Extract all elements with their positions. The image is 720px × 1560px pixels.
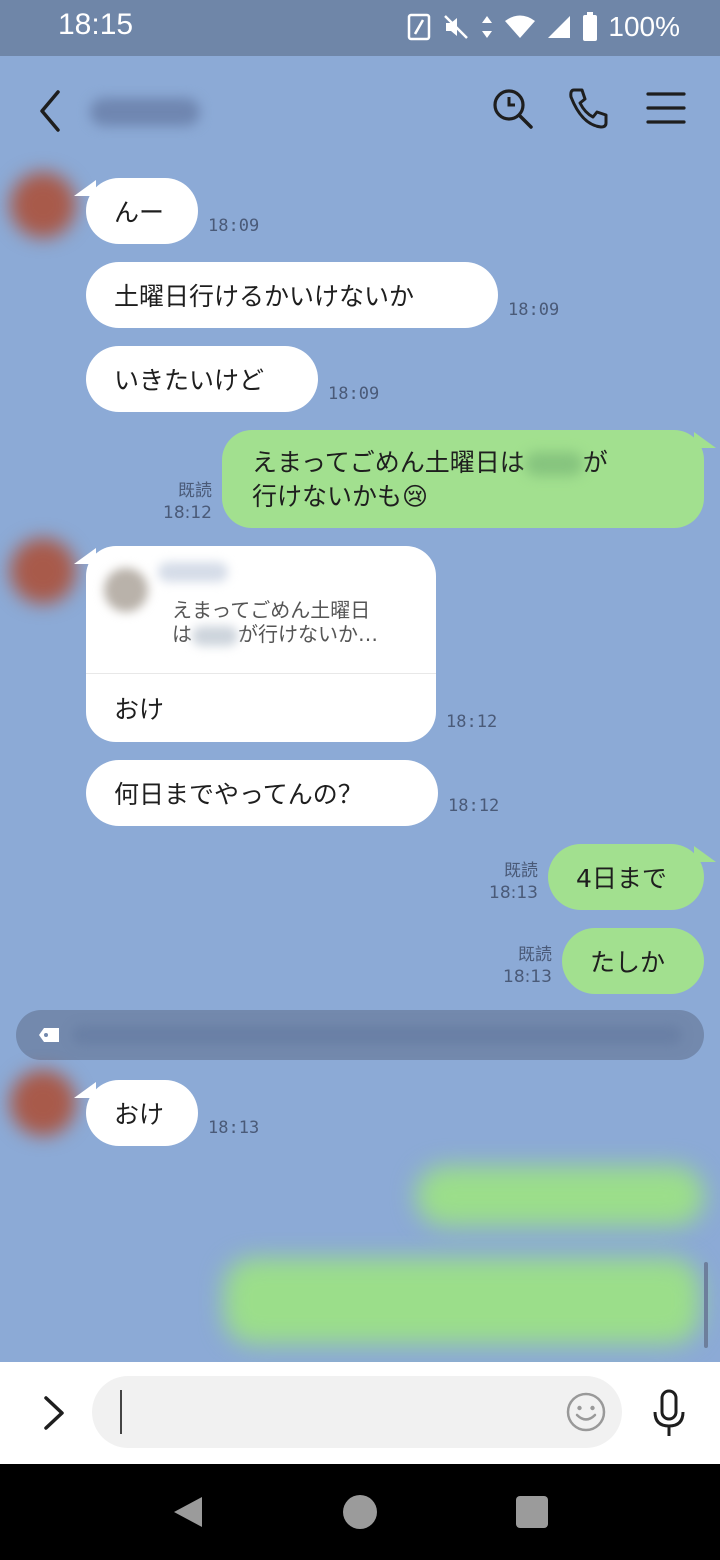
avatar[interactable] (10, 172, 76, 238)
phone-icon[interactable] (566, 86, 610, 130)
text-cursor (120, 1390, 122, 1434)
avatar[interactable] (10, 1070, 76, 1136)
scrollbar[interactable] (704, 1262, 708, 1348)
menu-icon[interactable] (644, 86, 688, 130)
read-receipt: 既読 18:13 (503, 945, 552, 987)
message-text: 4日まで (576, 864, 667, 893)
expand-icon[interactable] (36, 1390, 72, 1436)
tag-icon (39, 1028, 59, 1042)
reply-bubble[interactable]: えまってごめん土曜日 はが行けないか… おけ (74, 546, 436, 742)
data-arrows-icon (482, 16, 493, 38)
chat-header (0, 56, 720, 166)
status-time: 18:15 (58, 8, 134, 41)
battery-icon (583, 12, 598, 41)
message-bubble[interactable]: いきたいけど (86, 346, 318, 412)
battery-percent: 100% (608, 11, 680, 42)
message-input[interactable] (92, 1376, 622, 1448)
nfc-icon (408, 13, 431, 41)
nav-back-icon[interactable] (168, 1494, 208, 1530)
message-bubble[interactable]: たしか (562, 928, 704, 994)
quote-avatar (104, 568, 148, 612)
nav-recents-icon[interactable] (516, 1496, 548, 1528)
message-bubble[interactable]: 土曜日行けるかいけないか (86, 262, 498, 328)
search-icon[interactable] (490, 86, 534, 130)
blurred-message[interactable] (416, 1166, 704, 1226)
message-time: 18:09 (208, 216, 260, 236)
message-text: 土曜日行けるかいけないか (114, 282, 415, 311)
message-time: 18:13 (208, 1118, 260, 1138)
blurred-message[interactable] (224, 1258, 700, 1344)
message-time: 18:12 (446, 712, 498, 732)
message-bubble[interactable]: んー (74, 178, 198, 244)
message-text: んー (114, 198, 165, 227)
read-receipt: 既読 18:13 (489, 861, 538, 903)
chat-title-blurred (90, 98, 200, 126)
status-bar: 18:15 100% (0, 0, 720, 56)
wifi-icon (505, 15, 536, 38)
status-icons: 100% (406, 10, 680, 44)
message-time: 18:09 (328, 384, 380, 404)
message-text: おけ (114, 1100, 165, 1129)
chat-area[interactable]: んー 18:09 土曜日行けるかいけないか 18:09 いきたいけど 18:09… (0, 166, 720, 1362)
read-receipt: 既読 18:12 (163, 481, 212, 523)
microphone-icon[interactable] (648, 1388, 690, 1440)
nav-home-icon[interactable] (343, 1495, 377, 1529)
blurred-name (524, 452, 583, 476)
message-text: えまってごめん土曜日はが 行けないかも😢 (252, 448, 608, 511)
quoted-message[interactable]: えまってごめん土曜日 はが行けないか… (86, 546, 436, 674)
announcement-banner[interactable] (16, 1010, 704, 1060)
message-bubble[interactable]: おけ (74, 1080, 198, 1146)
avatar[interactable] (10, 538, 76, 604)
back-icon[interactable] (30, 84, 74, 138)
message-text: いきたいけど (114, 366, 265, 395)
message-text: 何日までやってんの？ (114, 780, 363, 809)
message-bubble[interactable]: 何日までやってんの？ (86, 760, 438, 826)
system-nav-bar (0, 1464, 720, 1560)
message-text: たしか (590, 948, 666, 977)
message-text: おけ (114, 695, 165, 724)
message-time: 18:12 (448, 796, 500, 816)
quote-text: えまってごめん土曜日 はが行けないか… (172, 598, 378, 646)
message-time: 18:09 (508, 300, 560, 320)
message-bubble[interactable]: えまってごめん土曜日はが 行けないかも😢 (222, 430, 716, 528)
message-bubble[interactable]: 4日まで (548, 844, 716, 910)
quote-sender-blurred (158, 562, 228, 582)
emoji-icon[interactable] (564, 1390, 608, 1434)
input-bar (0, 1362, 720, 1464)
signal-icon (548, 16, 571, 38)
mute-icon (444, 15, 469, 39)
